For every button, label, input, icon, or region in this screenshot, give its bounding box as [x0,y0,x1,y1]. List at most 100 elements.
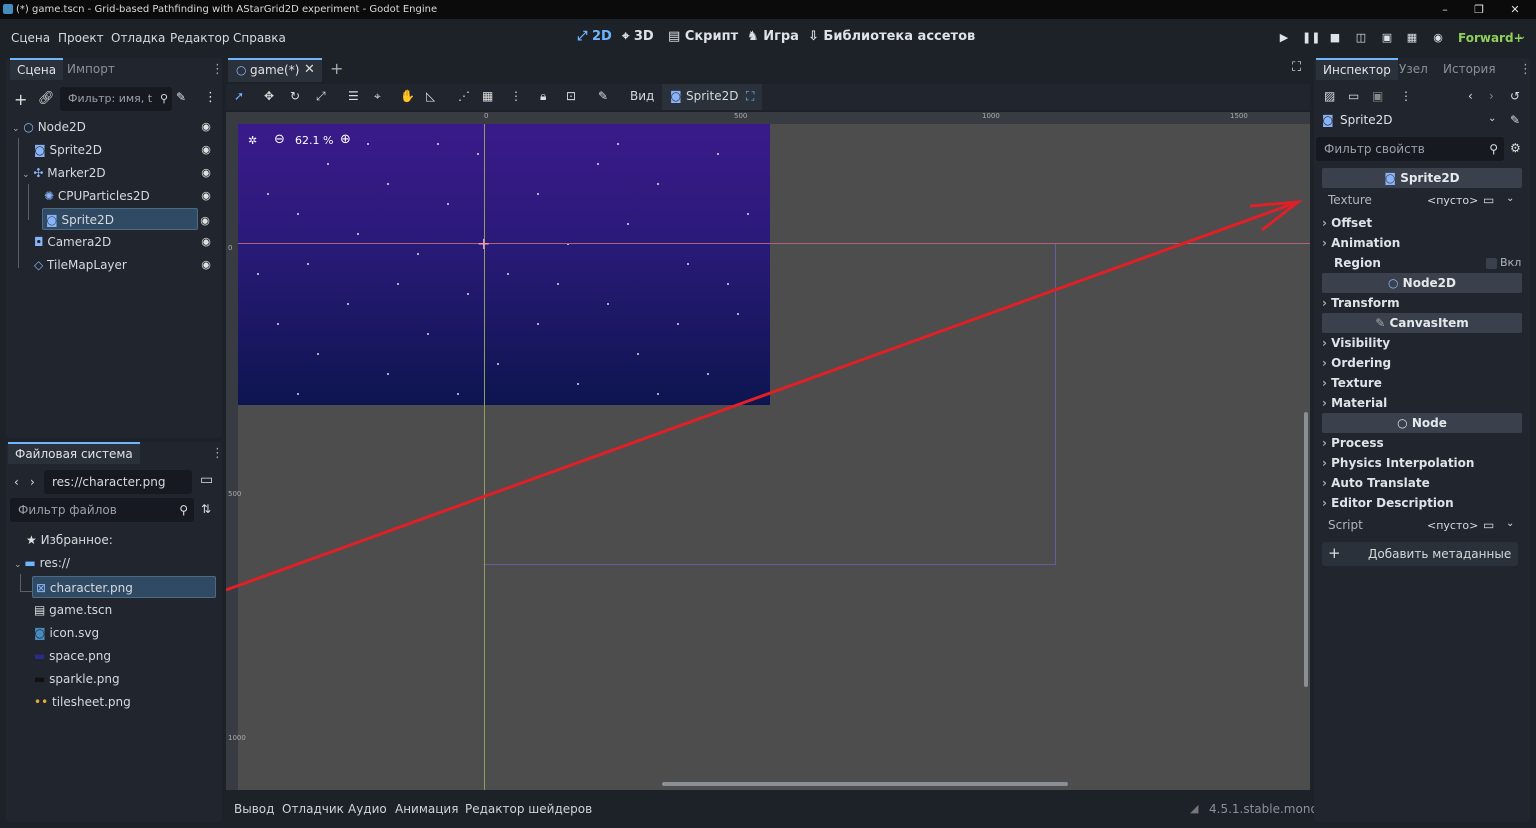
ruler-tool-icon[interactable]: ◺ [426,89,435,103]
group-texture[interactable]: › Texture [1322,373,1522,393]
script-attach-icon[interactable]: ✎ [176,90,186,104]
group-offset[interactable]: › Offset [1322,213,1522,233]
group-ordering[interactable]: › Ordering [1322,353,1522,373]
close-window-button[interactable]: ✕ [1500,0,1530,19]
tab-debugger[interactable]: Отладчик [282,802,344,816]
group-editor-description[interactable]: › Editor Description [1322,493,1522,513]
file-item[interactable]: ▤ game.tscn [34,599,112,621]
tree-node-node2d[interactable]: ⌄ ○ Node2D ◉ [12,116,218,138]
stop-icon[interactable]: ■ [1328,31,1342,45]
visibility-eye-icon[interactable]: ◉ [200,190,212,202]
visibility-eye-icon[interactable]: ◉ [200,259,212,271]
select-tool-icon[interactable]: ➚ [234,89,244,103]
minimize-button[interactable]: – [1430,0,1460,19]
tab-animation[interactable]: Анимация [395,802,458,816]
history-back-icon[interactable]: ‹ [1468,89,1473,103]
forward-icon[interactable]: › [30,475,35,489]
pivot-tool-icon[interactable]: ⌖ [374,89,381,104]
history-forward-icon[interactable]: › [1489,89,1494,103]
workspace-assetlib-button[interactable]: ⇩ Библиотека ассетов [808,29,975,44]
play-icon[interactable]: ▶ [1277,31,1291,45]
load-resource-icon[interactable]: ▭ [1483,193,1494,207]
rotate-tool-icon[interactable]: ↻ [290,89,300,103]
save-icon[interactable]: ▣ [1372,89,1383,103]
scene-menu-icon[interactable]: ⋮ [204,90,217,105]
2d-viewport[interactable]: 0 500 1000 1500 0 500 1000 ✲ ⊖ 62.1 % ⊕ … [226,112,1310,790]
dock-menu-icon[interactable]: ⋮ [211,62,224,77]
move-tool-icon[interactable]: ✥ [264,89,274,103]
tree-node-marker2d[interactable]: ⌄ ✣ Marker2D ◉ [22,162,218,184]
add-tab-icon[interactable]: + [330,59,343,78]
favorites-row[interactable]: ★ Избранное: [26,529,113,551]
file-item-selected[interactable]: ⊠ character.png [32,576,216,598]
file-item[interactable]: •• tilesheet.png [34,691,131,713]
menu-editor[interactable]: Редактор [170,31,229,45]
new-resource-icon[interactable]: ▨ [1324,89,1335,103]
tree-node-sprite2d-selected[interactable]: ◙ Sprite2D [42,208,198,230]
version-label[interactable]: 4.5.1.stable.mono [1209,802,1318,816]
tree-node-sprite2d[interactable]: ◙ Sprite2D ◉ [34,139,218,161]
region-checkbox[interactable] [1486,258,1497,269]
path-field[interactable]: res://character.png [44,470,192,494]
section-sprite2d[interactable]: ◙ Sprite2D [1322,168,1522,188]
group-material[interactable]: › Material [1322,393,1522,413]
menu-debug[interactable]: Отладка [111,31,165,45]
workspace-2d-button[interactable]: ⤢ 2D [577,29,612,44]
workspace-script-button[interactable]: ▤ Скрипт [668,29,738,44]
tab-scene[interactable]: Сцена [10,58,64,80]
inspector-menu-icon[interactable]: ⋮ [1400,89,1412,103]
visibility-eye-icon[interactable]: ◉ [200,167,212,179]
visibility-eye-icon[interactable]: ◉ [200,144,212,156]
file-item[interactable]: ◙ icon.svg [34,622,99,644]
tree-node-camera2d[interactable]: ◘ Camera2D ◉ [34,231,218,253]
group-visibility[interactable]: › Visibility [1322,333,1522,353]
group-icon[interactable]: ⊡ [566,89,576,103]
recent-icon[interactable]: ↺ [1510,89,1520,103]
movie-maker-icon[interactable]: ◉ [1431,31,1445,45]
fullscreen-icon[interactable]: ⛶ [746,89,754,104]
tab-filesystem[interactable]: Файловая система [8,442,140,464]
skeleton-icon[interactable]: ✎ [598,89,608,103]
tab-import[interactable]: Импорт [60,58,122,80]
list-select-icon[interactable]: ☰ [348,89,359,103]
scale-tool-icon[interactable]: ⤢ [316,89,326,104]
visibility-eye-icon[interactable]: ◉ [199,215,211,227]
close-tab-icon[interactable]: ✕ [304,62,315,77]
snap-toggle-icon[interactable]: ⋰ [458,89,470,103]
sprite2d-tool-menu[interactable]: ◙ Sprite2D ⛶ [662,84,762,110]
tree-node-tilemaplayer[interactable]: ◇ TileMapLayer ◉ [34,254,218,276]
group-physics-interpolation[interactable]: › Physics Interpolation [1322,453,1522,473]
add-metadata-button[interactable]: + Добавить метаданные [1322,542,1518,566]
property-filter-input[interactable]: Фильтр свойств ⚲ [1316,137,1504,161]
layout-toggle-icon[interactable]: ▭ [200,472,213,488]
menu-help[interactable]: Справка [233,31,286,45]
pan-tool-icon[interactable]: ✋ [400,89,415,103]
view-menu-button[interactable]: Вид [630,89,654,103]
dock-menu-icon[interactable]: ⋮ [211,446,224,461]
file-item[interactable]: ▬ space.png [34,645,111,667]
back-icon[interactable]: ‹ [14,475,19,489]
group-process[interactable]: › Process [1322,433,1522,453]
pause-icon[interactable]: ❚❚ [1302,31,1320,45]
tree-node-cpuparticles2d[interactable]: ✺ CPUParticles2D ◉ [44,185,218,207]
chevron-down-icon[interactable]: ⌄ [1506,518,1514,529]
renderer-select[interactable]: Forward+ [1458,31,1524,45]
section-node2d[interactable]: ○ Node2D [1322,273,1522,293]
chevron-down-icon[interactable]: ⌄ [1506,193,1514,204]
play-custom-icon[interactable]: ▦ [1405,31,1419,45]
visibility-eye-icon[interactable]: ◉ [200,236,212,248]
object-tools-icon[interactable]: ✎ [1510,113,1520,127]
object-selector[interactable]: ◙ Sprite2D ⌄ [1318,110,1508,132]
open-folder-icon[interactable]: ▭ [1348,89,1359,103]
visibility-eye-icon[interactable]: ◉ [200,121,212,133]
property-options-icon[interactable]: ⚙ [1510,141,1521,155]
group-transform[interactable]: › Transform [1322,293,1522,313]
lock-icon[interactable]: 🔒︎ [540,89,546,104]
link-icon[interactable]: 🔗︎ [38,91,55,106]
remote-debug-icon[interactable]: ◫ [1354,31,1368,45]
horizontal-scrollbar[interactable] [662,782,1068,786]
sort-icon[interactable]: ⇅ [201,502,211,516]
tab-history[interactable]: История [1436,58,1503,80]
maximize-button[interactable]: ❐ [1464,0,1494,19]
distraction-free-icon[interactable]: ⛶ [1292,60,1301,75]
